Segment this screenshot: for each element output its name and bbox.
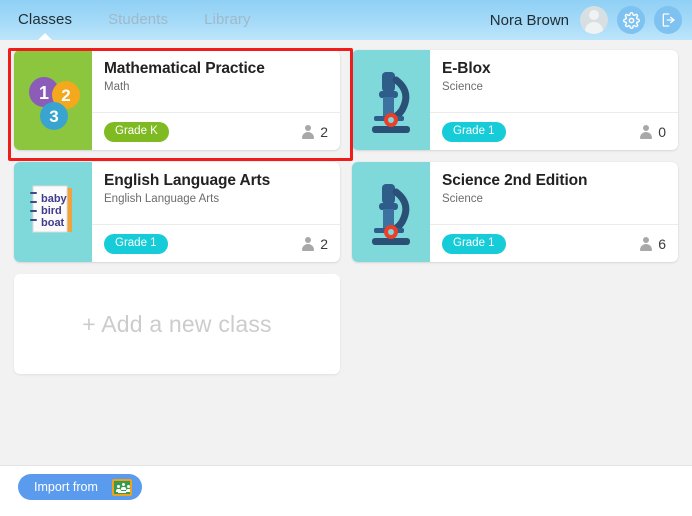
class-title: Mathematical Practice xyxy=(104,60,265,77)
svg-text:boat: boat xyxy=(41,217,65,229)
class-thumbnail-microscope xyxy=(352,50,430,150)
class-card-footer: Grade 1 0 xyxy=(430,112,678,150)
person-icon xyxy=(301,125,314,139)
add-new-class-card[interactable]: + Add a new class xyxy=(14,274,340,374)
class-card-footer: Grade 1 6 xyxy=(430,224,678,262)
grade-badge: Grade K xyxy=(104,121,169,142)
student-count: 6 xyxy=(639,236,666,252)
class-card-body: English Language Arts English Language A… xyxy=(92,162,340,262)
svg-text:2: 2 xyxy=(61,86,70,105)
tab-library[interactable]: Library xyxy=(186,0,269,40)
svg-text:baby: baby xyxy=(41,193,68,205)
class-title: Science 2nd Edition xyxy=(442,172,588,189)
class-thumbnail-notebook: baby bird boat xyxy=(14,162,92,262)
student-count-value: 0 xyxy=(658,123,666,140)
svg-text:1: 1 xyxy=(39,83,49,103)
class-card-english-language-arts[interactable]: baby bird boat English Language Arts Eng… xyxy=(14,162,340,262)
class-card-header: Science 2nd Edition Science xyxy=(430,162,678,224)
add-new-class-label: + Add a new class xyxy=(82,310,272,337)
import-from-google-classroom-button[interactable]: Import from xyxy=(18,474,142,500)
student-count: 0 xyxy=(639,124,666,140)
grade-badge: Grade 1 xyxy=(442,121,506,142)
footer-bar: Import from xyxy=(0,465,692,516)
student-count-value: 2 xyxy=(320,123,328,140)
tab-classes-wrap: Classes xyxy=(0,0,90,41)
header-right: Nora Brown xyxy=(490,6,692,34)
google-classroom-icon xyxy=(111,478,132,496)
gear-icon[interactable] xyxy=(617,6,645,34)
nav-tabs: Classes Students Library xyxy=(0,0,269,41)
user-name: Nora Brown xyxy=(489,11,569,29)
class-thumbnail-microscope xyxy=(352,162,430,262)
class-thumbnail-math-numbers: 1 2 3 xyxy=(14,50,92,150)
class-title: English Language Arts xyxy=(104,172,271,189)
student-count-value: 2 xyxy=(320,235,328,252)
class-card-mathematical-practice[interactable]: 1 2 3 Mathematical Practice Math Grade K xyxy=(14,50,340,150)
svg-text:bird: bird xyxy=(41,205,62,217)
content-area: 1 2 3 Mathematical Practice Math Grade K xyxy=(0,40,692,465)
person-icon xyxy=(639,237,652,251)
student-count: 2 xyxy=(301,124,328,140)
class-subject: Science xyxy=(442,193,483,205)
top-header: Classes Students Library Nora Brown xyxy=(0,0,692,41)
person-icon xyxy=(301,237,314,251)
class-card-header: E-Blox Science xyxy=(430,50,678,112)
class-card-science-2nd-edition[interactable]: Science 2nd Edition Science Grade 1 6 xyxy=(352,162,678,262)
class-card-body: E-Blox Science Grade 1 0 xyxy=(430,50,678,150)
grade-badge: Grade 1 xyxy=(104,233,168,254)
class-card-header: Mathematical Practice Math xyxy=(92,50,340,112)
svg-text:3: 3 xyxy=(49,107,58,126)
class-subject: Math xyxy=(104,81,130,93)
class-card-footer: Grade 1 2 xyxy=(92,224,340,262)
class-subject: Science xyxy=(442,81,483,93)
user-avatar-icon[interactable] xyxy=(580,6,608,34)
class-card-grid: 1 2 3 Mathematical Practice Math Grade K xyxy=(14,50,678,374)
class-card-body: Science 2nd Edition Science Grade 1 6 xyxy=(430,162,678,262)
class-card-footer: Grade K 2 xyxy=(92,112,340,150)
import-button-label: Import from xyxy=(34,480,98,494)
grade-badge: Grade 1 xyxy=(442,233,506,254)
class-card-header: English Language Arts English Language A… xyxy=(92,162,340,224)
class-title: E-Blox xyxy=(442,60,491,77)
class-card-e-blox[interactable]: E-Blox Science Grade 1 0 xyxy=(352,50,678,150)
class-subject: English Language Arts xyxy=(104,193,220,205)
tab-students[interactable]: Students xyxy=(90,0,186,40)
logout-icon[interactable] xyxy=(654,6,682,34)
student-count: 2 xyxy=(301,236,328,252)
class-card-body: Mathematical Practice Math Grade K 2 xyxy=(92,50,340,150)
app-root: Classes Students Library Nora Brown 1 2 … xyxy=(0,0,692,516)
person-icon xyxy=(639,125,652,139)
student-count-value: 6 xyxy=(658,235,666,252)
